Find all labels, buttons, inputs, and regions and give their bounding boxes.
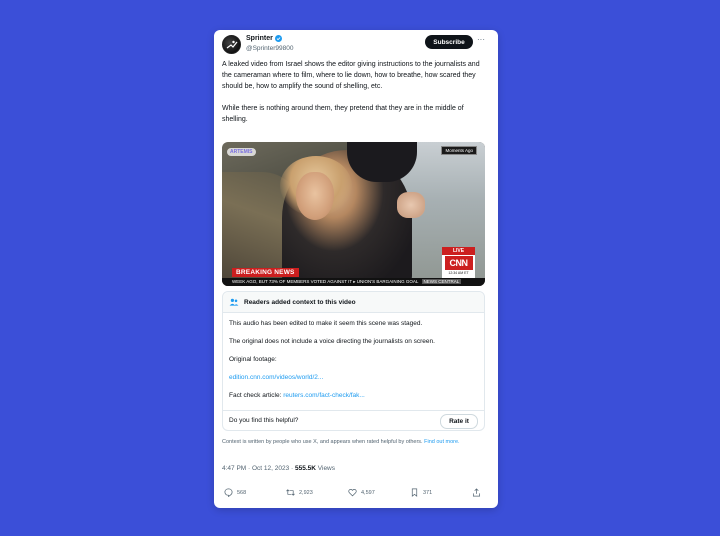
- people-icon: [229, 298, 239, 306]
- watermark-logo: ARTEMIS: [227, 148, 256, 156]
- tweet-paragraph: A leaked video from Israel shows the edi…: [222, 61, 480, 90]
- bookmark-icon: [411, 488, 418, 497]
- reply-count: 568: [237, 489, 247, 496]
- find-out-more-link[interactable]: Find out more.: [424, 439, 459, 445]
- tweet-meta: 4:47 PM · Oct 12, 2023 · 555.5K Views: [222, 465, 335, 472]
- views-label: Views: [317, 465, 336, 472]
- more-options-icon[interactable]: ···: [477, 35, 485, 44]
- helpful-row: Do you find this helpful? Rate it: [223, 410, 484, 431]
- author-name[interactable]: Sprinter: [246, 35, 282, 42]
- reply-button[interactable]: 568: [224, 488, 246, 497]
- fact-check-link[interactable]: reuters.com/fact-check/fak...: [283, 392, 365, 399]
- tweet-text: A leaked video from Israel shows the edi…: [222, 59, 490, 136]
- repost-icon: [286, 489, 295, 496]
- news-ticker: WEEK AGO, BUT 73% OF MEMBERS VOTED AGAIN…: [222, 278, 485, 286]
- video-hand: [397, 192, 425, 218]
- community-notes-box: Readers added context to this video This…: [222, 291, 485, 431]
- share-button[interactable]: [472, 488, 481, 497]
- moments-ago-label: Moments Ago: [441, 146, 477, 155]
- rate-it-button[interactable]: Rate it: [440, 414, 478, 429]
- video-player[interactable]: ARTEMIS Moments Ago BREAKING NEWS WEEK A…: [222, 142, 485, 286]
- bookmark-count: 371: [423, 489, 433, 496]
- view-count: 555.5K: [295, 465, 316, 472]
- context-header: Readers added context to this video: [223, 292, 484, 313]
- avatar[interactable]: [222, 35, 241, 54]
- context-disclaimer: Context is written by people who use X, …: [222, 439, 460, 445]
- context-text: Original footage:: [229, 356, 277, 363]
- author-handle[interactable]: @Sprinter99800: [246, 45, 293, 52]
- network-time: 12:34 AM ET: [448, 271, 469, 275]
- live-badge: LIVE: [442, 247, 475, 255]
- cnn-logo: CNN: [444, 256, 473, 270]
- context-text: This audio has been edited to make it se…: [229, 320, 423, 327]
- heart-icon: [348, 489, 357, 497]
- bookmark-button[interactable]: 371: [410, 488, 432, 497]
- video-face: [296, 172, 334, 220]
- tweet-timestamp[interactable]: 4:47 PM · Oct 12, 2023 ·: [222, 465, 293, 472]
- helpful-question: Do you find this helpful?: [229, 417, 299, 424]
- repost-count: 2,923: [299, 489, 313, 496]
- verified-badge-icon: [274, 35, 282, 42]
- reply-icon: [224, 488, 233, 497]
- share-icon: [472, 488, 481, 497]
- tweet-card: Sprinter @Sprinter99800 Subscribe ··· A …: [214, 30, 498, 508]
- breaking-news-banner: BREAKING NEWS: [232, 268, 299, 277]
- context-text: The original does not include a voice di…: [229, 338, 435, 345]
- fact-check-line: Fact check article: reuters.com/fact-che…: [229, 392, 365, 399]
- network-logo-box: LIVE CNN 12:34 AM ET: [442, 247, 475, 278]
- repost-button[interactable]: 2,923: [286, 488, 313, 497]
- subscribe-button[interactable]: Subscribe: [425, 35, 473, 49]
- original-footage-link[interactable]: edition.cnn.com/videos/world/2...: [229, 374, 323, 381]
- tweet-actions: 568 2,923 4,597 371: [222, 488, 484, 500]
- like-count: 4,597: [361, 489, 375, 496]
- runner-icon: [226, 40, 238, 49]
- tweet-paragraph: While there is nothing around them, they…: [222, 105, 464, 123]
- like-button[interactable]: 4,597: [348, 488, 375, 497]
